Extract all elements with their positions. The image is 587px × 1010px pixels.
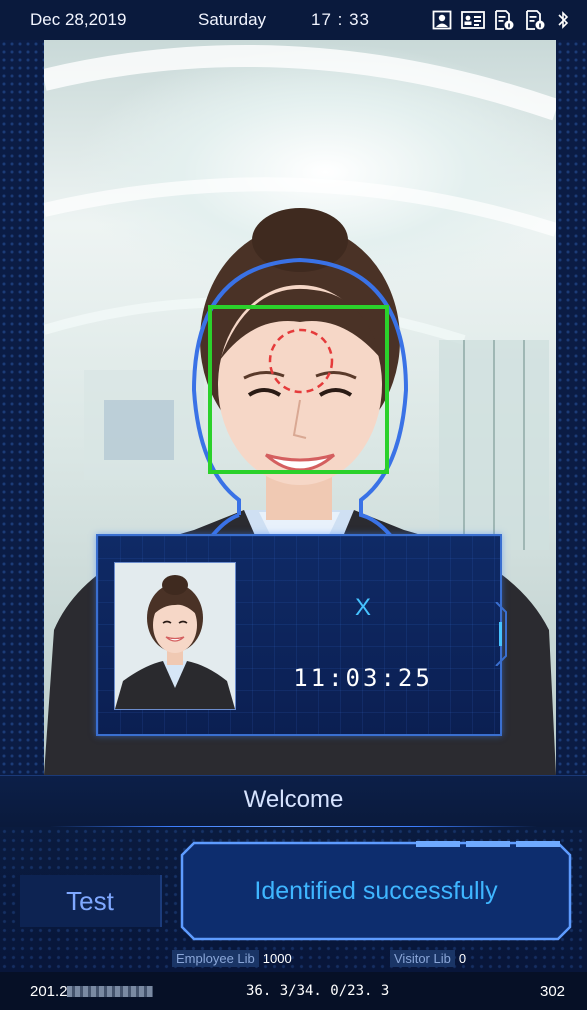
id-card-icon[interactable] [461,10,485,30]
recognition-card: X 11:03:25 [96,534,507,736]
temperature-readout: 36. 3/34. 0/23. 3 [246,983,390,999]
portrait-image [115,563,235,709]
result-panel: Test Identified successfully Employee Li… [0,827,587,972]
date-label: Dec 28,2019 [30,10,127,29]
room-number: 302 [540,983,566,1000]
face-mode-icon[interactable] [432,10,452,30]
recognition-time: 11:03:25 [293,664,433,692]
matched-person-photo [114,562,236,710]
right-decor-panel [556,40,587,775]
visitor-lib-counter: Visitor Lib 0 [390,950,467,967]
visitor-lib-count: 0 [458,951,467,966]
welcome-bar: Welcome [0,775,587,828]
doc-info-icon[interactable] [525,10,545,30]
card-side-ornament [495,602,507,666]
identification-result: Identified successfully [180,841,572,941]
test-button[interactable]: Test [20,875,162,927]
left-decor-panel [0,40,44,775]
bluetooth-icon[interactable] [556,10,570,30]
visitor-lib-label: Visitor Lib [390,950,455,967]
clock-label: 17 : 33 [311,10,370,29]
ip-redacted [67,986,153,997]
matched-person-name: X [354,594,371,621]
result-text: Identified successfully [254,876,498,905]
status-bar: Dec 28,2019 Saturday 17 : 33 [0,0,587,40]
welcome-text: Welcome [243,786,344,813]
ip-address: 201.2 [30,983,68,1000]
employee-lib-counter: Employee Lib 1000 [172,950,292,967]
weekday-label: Saturday [198,10,267,29]
doc-info-icon[interactable] [494,10,514,30]
footer-bar: 201.2 36. 3/34. 0/23. 3 302 [0,972,587,1010]
employee-lib-label: Employee Lib [172,950,259,967]
employee-lib-count: 1000 [262,951,292,966]
